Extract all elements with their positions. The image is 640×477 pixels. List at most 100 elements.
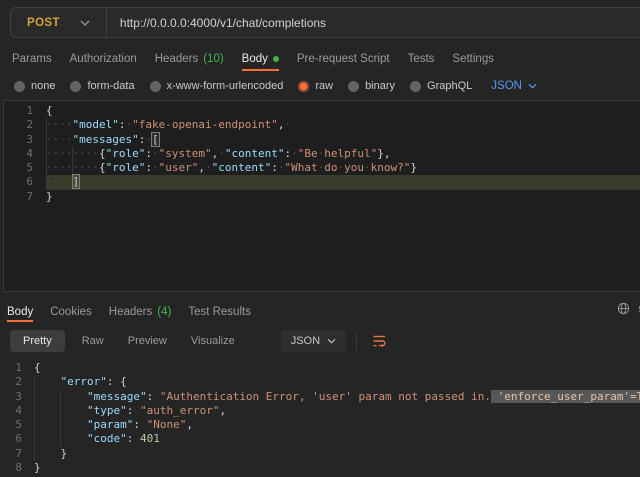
token-p: :·	[145, 147, 158, 160]
radio-icon	[70, 81, 81, 92]
body-type-raw[interactable]: raw	[298, 80, 333, 92]
indent-guide	[34, 432, 35, 446]
indent-guide	[60, 390, 61, 404]
response-body-editor[interactable]: 1{2 "error": {3 "message": "Authenticati…	[0, 357, 640, 477]
tab-pre-request-script[interactable]: Pre-request Script	[297, 46, 390, 72]
response-meta: s	[617, 302, 640, 315]
code-line[interactable]: 8}	[0, 461, 640, 475]
method-dropdown[interactable]: POST	[11, 8, 106, 37]
response-tab-body[interactable]: Body	[7, 300, 33, 323]
wrap-text-button[interactable]	[367, 330, 392, 352]
line-number: 2	[4, 118, 46, 132]
token-p: },	[377, 147, 390, 160]
code-line[interactable]: 3 "message": "Authentication Error, 'use…	[0, 390, 640, 404]
line-number: 5	[0, 418, 34, 432]
tab-authorization[interactable]: Authorization	[70, 46, 137, 72]
tab-tests[interactable]: Tests	[408, 46, 435, 72]
line-content: ········{"role":·"user",·"content":·"Wha…	[46, 161, 640, 175]
indent-guide	[46, 133, 47, 147]
line-number: 8	[0, 461, 34, 475]
line-content: ········{"role":·"system",·"content":·"B…	[46, 147, 640, 161]
tab-settings[interactable]: Settings	[452, 46, 494, 72]
view-pretty-button[interactable]: Pretty	[10, 330, 65, 352]
indent-guide	[46, 147, 47, 161]
line-number: 1	[4, 104, 46, 118]
code-line[interactable]: 4 "type": "auth_error",	[0, 404, 640, 418]
token-s: "user"	[159, 161, 199, 174]
token-p: :	[127, 432, 140, 445]
code-line[interactable]: 7}	[4, 190, 640, 204]
token-w	[34, 447, 61, 460]
token-bm: ]	[73, 175, 80, 188]
token-p: {	[99, 161, 106, 174]
response-tab-headers[interactable]: Headers(4)	[109, 300, 172, 323]
request-body-editor[interactable]: 1{2····"model":·"fake-openai-endpoint",·…	[3, 100, 640, 292]
line-content: }	[34, 461, 640, 475]
line-content: "code": 401	[34, 432, 640, 446]
tab-body[interactable]: Body	[242, 46, 279, 72]
indent-guide	[34, 375, 35, 389]
token-s: "system"	[159, 147, 212, 160]
code-line[interactable]: 6 "code": 401	[0, 432, 640, 446]
token-s: "Authentication Error, 'user' param not …	[160, 390, 491, 403]
format-select[interactable]: JSON	[491, 80, 537, 92]
token-s: "None"	[147, 418, 187, 431]
tab-params[interactable]: Params	[12, 46, 52, 72]
body-type-GraphQL[interactable]: GraphQL	[410, 80, 472, 92]
token-p: }	[34, 461, 41, 474]
line-number: 4	[4, 147, 46, 161]
url-input[interactable]: http://0.0.0.0:4000/v1/chat/completions	[107, 16, 326, 30]
token-k: "role"	[106, 161, 146, 174]
radio-icon	[298, 81, 309, 92]
response-tab-test-results[interactable]: Test Results	[188, 300, 251, 323]
response-format-dropdown[interactable]: JSON	[281, 330, 346, 352]
method-label: POST	[27, 17, 60, 29]
line-number: 1	[0, 361, 34, 375]
body-type-none[interactable]: none	[14, 80, 55, 92]
indent-guide	[34, 447, 35, 461]
token-p: {	[34, 361, 41, 374]
indent-guide	[34, 404, 35, 418]
code-line[interactable]: 1{	[0, 361, 640, 375]
unsaved-dot-icon	[273, 56, 279, 62]
code-line[interactable]: 2····"model":·"fake-openai-endpoint",·	[4, 118, 640, 132]
token-w: ·	[285, 118, 292, 131]
line-number: 3	[0, 390, 34, 404]
body-type-x-www-form-urlencoded[interactable]: x-www-form-urlencoded	[150, 80, 284, 92]
response-toolbar: Pretty Raw Preview Visualize JSON	[0, 327, 640, 355]
token-p: ,	[278, 118, 285, 131]
view-raw-button[interactable]: Raw	[82, 335, 104, 347]
tab-headers[interactable]: Headers(10)	[155, 46, 224, 72]
tab-label: Cookies	[50, 306, 92, 318]
tab-label: Body	[242, 53, 268, 65]
indent-guide	[46, 118, 47, 132]
code-line[interactable]: 7 }	[0, 447, 640, 461]
indent-guide	[46, 175, 47, 189]
view-visualize-button[interactable]: Visualize	[191, 335, 235, 347]
code-line[interactable]: 3····"messages":·[	[4, 133, 640, 147]
code-line[interactable]: 1{	[4, 104, 640, 118]
body-type-label: raw	[315, 80, 333, 92]
indent-guide	[72, 147, 73, 161]
token-s: "auth_error"	[140, 404, 219, 417]
code-line[interactable]: 5········{"role":·"user",·"content":·"Wh…	[4, 161, 640, 175]
code-line[interactable]: 4········{"role":·"system",·"content":·"…	[4, 147, 640, 161]
globe-icon[interactable]	[617, 302, 630, 315]
token-p: }	[61, 447, 68, 460]
line-content: }	[34, 447, 640, 461]
line-number: 3	[4, 133, 46, 147]
response-tab-cookies[interactable]: Cookies	[50, 300, 92, 323]
code-line[interactable]: 2 "error": {	[0, 375, 640, 389]
body-type-binary[interactable]: binary	[348, 80, 395, 92]
format-label: JSON	[491, 80, 522, 92]
line-content: ····"model":·"fake-openai-endpoint",·	[46, 118, 640, 132]
code-line[interactable]: 6····]	[4, 175, 640, 189]
request-tabs: Params Authorization Headers(10) Body Pre-re…	[0, 46, 640, 72]
code-line[interactable]: 5 "param": "None",	[0, 418, 640, 432]
view-preview-button[interactable]: Preview	[128, 335, 167, 347]
line-content: {	[34, 361, 640, 375]
tab-label: Headers	[155, 53, 198, 65]
body-type-form-data[interactable]: form-data	[70, 80, 134, 92]
line-content: "error": {	[34, 375, 640, 389]
token-p: :·	[119, 118, 132, 131]
